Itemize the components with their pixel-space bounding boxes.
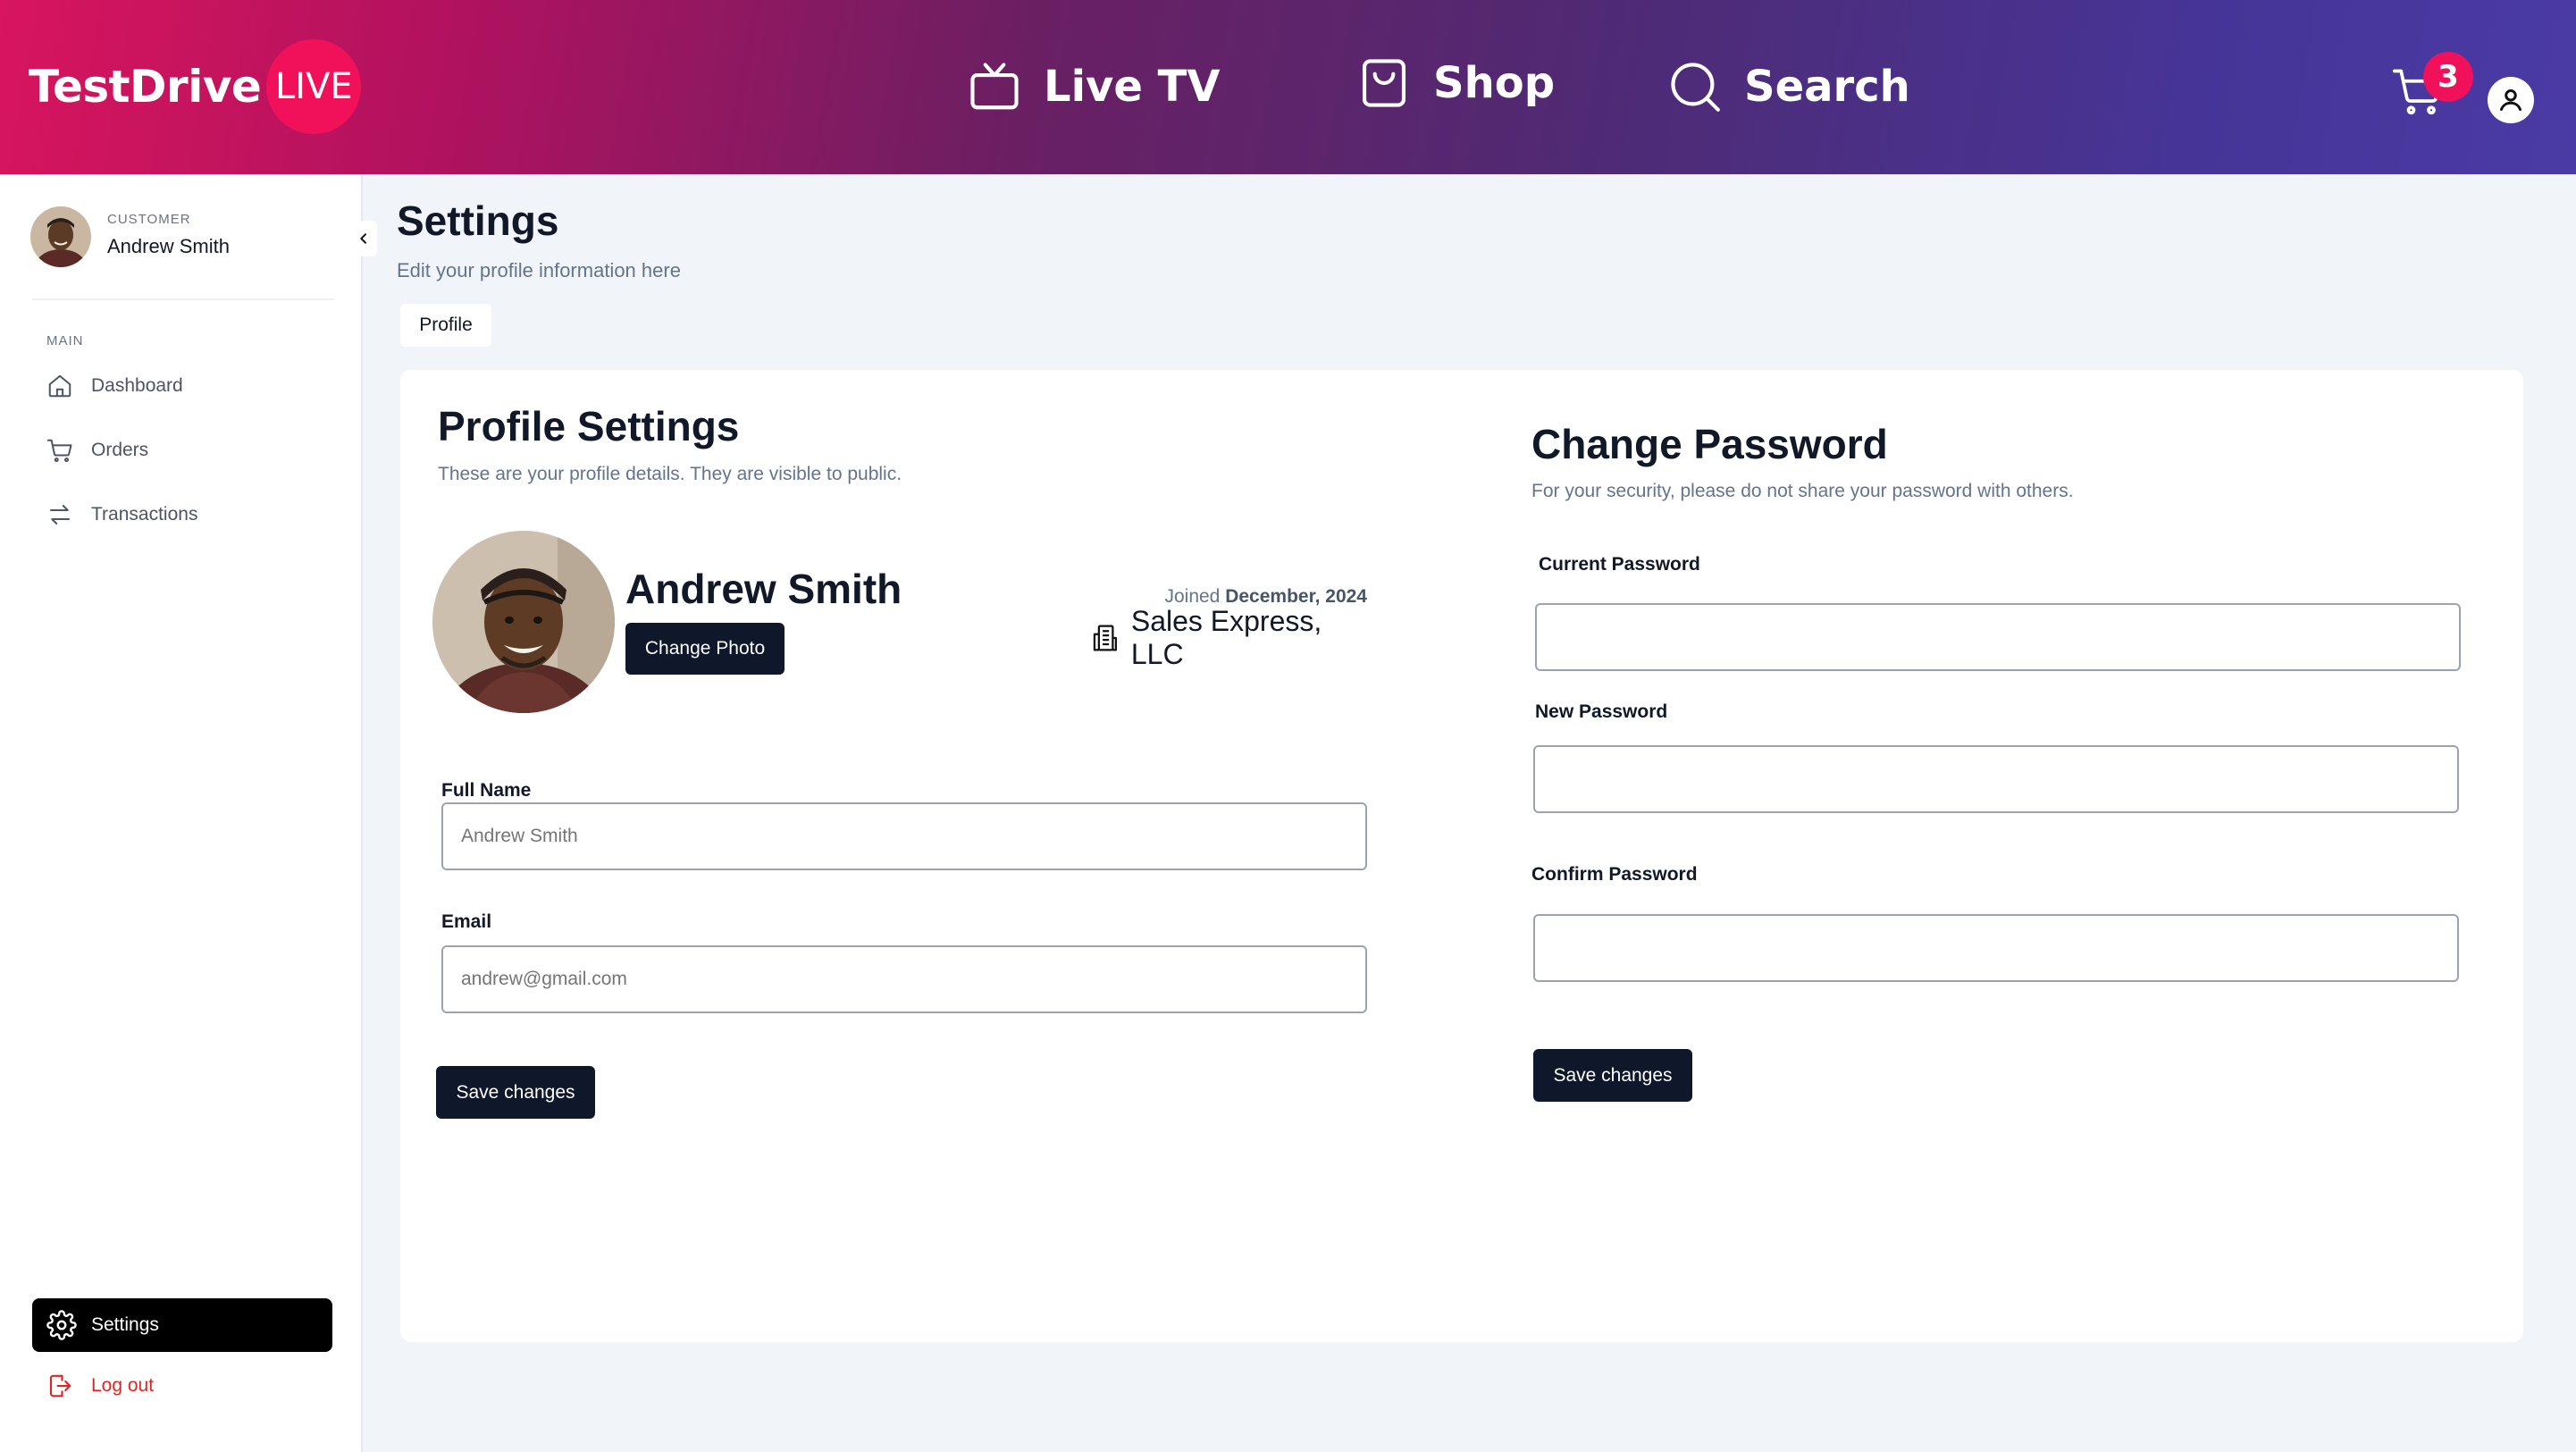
profile-name: Andrew Smith [625, 566, 902, 612]
user-icon [2500, 89, 2521, 111]
joined-date-value: December, 2024 [1225, 586, 1367, 607]
new-password-input[interactable] [1533, 745, 2459, 813]
nav-live-tv[interactable]: Live TV [967, 55, 1220, 118]
sidebar-avatar [30, 206, 91, 267]
sidebar-item-settings[interactable]: Settings [32, 1298, 332, 1352]
sidebar-user-name: Andrew Smith [107, 235, 230, 257]
logout-label: Log out [91, 1375, 155, 1396]
full-name-input[interactable] [441, 802, 1367, 870]
sidebar-item-label: Dashboard [91, 375, 183, 396]
logout-button[interactable]: Log out [46, 1368, 154, 1404]
shopping-bag-icon [1362, 59, 1406, 107]
save-password-button[interactable]: Save changes [1533, 1049, 1692, 1102]
sidebar-item-dashboard[interactable]: Dashboard [46, 368, 183, 404]
company-name: Sales Express, LLC [1130, 605, 1322, 670]
logo-live-badge: LIVE [266, 39, 362, 134]
sidebar-item-label: Orders [91, 440, 149, 460]
logout-icon [49, 1374, 71, 1397]
confirm-password-input[interactable] [1533, 914, 2459, 982]
nav-search-label: Search [1744, 62, 1910, 112]
transfer-arrows-icon [50, 505, 70, 525]
profile-settings-title: Profile Settings [438, 403, 740, 449]
building-icon [1093, 625, 1118, 651]
home-icon [48, 374, 71, 398]
page-title: Settings [397, 197, 559, 244]
sidebar-collapse-button[interactable] [350, 221, 377, 256]
search-icon [1671, 63, 1720, 112]
sidebar-item-transactions[interactable]: Transactions [46, 497, 197, 533]
brand-logo[interactable]: TestDrive LIVE [29, 39, 362, 134]
tv-icon [970, 63, 1019, 110]
full-name-label: Full Name [441, 780, 532, 801]
page-subtitle: Edit your profile information here [397, 259, 681, 281]
sidebar-section-main: MAIN [46, 333, 84, 348]
cart-icon [46, 439, 72, 463]
change-password-subtitle: For your security, please do not share y… [1531, 481, 2074, 501]
tab-profile[interactable]: Profile [400, 304, 491, 347]
profile-avatar [432, 531, 615, 713]
profile-settings-subtitle: These are your profile details. They are… [438, 464, 902, 484]
top-navigation-bar: TestDrive LIVE Live TV Shop Search 3 [0, 0, 2576, 174]
sidebar-divider [32, 298, 334, 300]
confirm-password-label: Confirm Password [1531, 864, 1698, 885]
sidebar-item-label: Transactions [91, 504, 198, 525]
nav-shop-label: Shop [1433, 58, 1556, 108]
logo-text: TestDrive [29, 61, 262, 113]
gear-icon [46, 1310, 77, 1340]
email-input[interactable] [441, 945, 1367, 1013]
current-password-input[interactable] [1535, 603, 2461, 671]
nav-shop[interactable]: Shop [1356, 52, 1555, 114]
nav-search[interactable]: Search [1667, 55, 1910, 118]
user-account-button[interactable] [2488, 77, 2534, 123]
sidebar-item-orders[interactable]: Orders [46, 432, 148, 468]
change-password-title: Change Password [1531, 421, 1888, 467]
current-password-label: Current Password [1539, 554, 1700, 575]
sidebar-user-role: CUSTOMER [107, 212, 191, 227]
new-password-label: New Password [1535, 701, 1668, 722]
save-profile-button[interactable]: Save changes [436, 1066, 595, 1119]
change-photo-button[interactable]: Change Photo [625, 623, 785, 675]
sidebar-item-label: Settings [91, 1314, 159, 1335]
nav-live-tv-label: Live TV [1044, 62, 1221, 112]
chevron-left-icon [360, 233, 366, 244]
email-label: Email [441, 911, 492, 932]
sidebar: CUSTOMER Andrew Smith MAIN Dashboard Ord… [0, 174, 377, 1452]
cart-count-badge: 3 [2423, 52, 2473, 102]
joined-prefix: Joined [1164, 586, 1221, 607]
company: Sales Express, LLC [1090, 605, 1367, 670]
